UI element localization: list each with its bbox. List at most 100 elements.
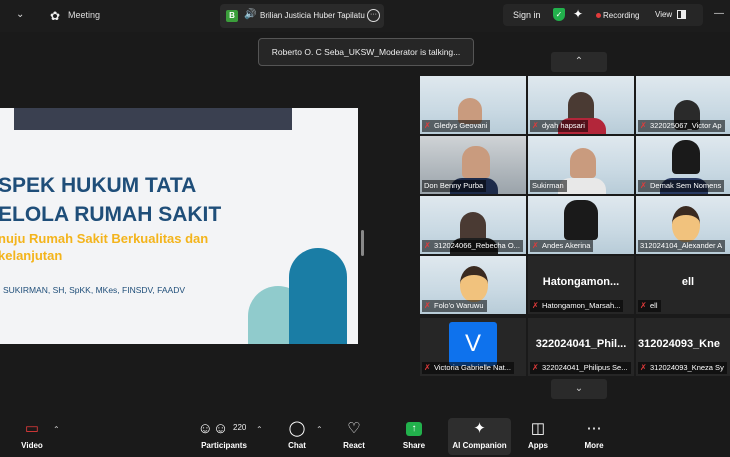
- participant-big-name: 312024093_Kne: [638, 338, 720, 350]
- participant-name: 322025067_Victor Ap: [650, 121, 722, 130]
- muted-mic-icon: ✗: [640, 181, 647, 190]
- participant-big-name: 322024041_Phil...: [535, 338, 627, 350]
- meeting-status-pill: Sign in ✓ ✦ Recording View: [503, 4, 703, 26]
- video-tile[interactable]: Hatongamon... ✗ Hatongamon_Marsah...: [528, 256, 634, 314]
- video-tile[interactable]: 312024093_Kne ✗ 312024093_Kneza Sy: [636, 318, 730, 376]
- participant-name-label: ✗ Hatongamon_Marsah...: [530, 300, 624, 312]
- meeting-label[interactable]: Meeting: [68, 10, 100, 20]
- participant-count: 220: [233, 423, 247, 432]
- split-resize-handle[interactable]: [361, 230, 364, 256]
- slide-title-line1: SPEK HUKUM TATA: [0, 174, 197, 197]
- sparkle-icon: ✦: [473, 420, 486, 437]
- participant-name: 322024041_Philipus Se...: [542, 363, 628, 372]
- apps-icon: ◫: [530, 420, 546, 437]
- recording-status[interactable]: Recording: [603, 11, 639, 20]
- video-tile[interactable]: V ✗ Victoria Gabrielle Nat...: [420, 318, 526, 376]
- participant-name: ell: [650, 301, 658, 310]
- participant-name: Gledys Geovani: [434, 121, 488, 130]
- video-options-caret-icon[interactable]: ⌃: [53, 425, 60, 434]
- muted-mic-icon: ✗: [424, 301, 431, 310]
- video-button[interactable]: ▭ Video: [14, 414, 50, 457]
- gallery-scroll-down-icon[interactable]: ⌄: [551, 379, 607, 399]
- share-arrow-icon: ↑: [406, 422, 422, 436]
- video-tile[interactable]: ✗ Andes Akerina: [528, 196, 634, 254]
- muted-mic-icon: ✗: [424, 363, 431, 372]
- muted-mic-icon: ✗: [424, 241, 431, 250]
- ai-companion-label: AI Companion: [452, 441, 507, 450]
- recording-dot-icon: [596, 13, 601, 18]
- participant-name-label: ✗ Folo'o Waruwu: [422, 300, 487, 312]
- video-off-icon: ▭: [24, 420, 40, 437]
- minimize-icon[interactable]: —: [714, 8, 724, 19]
- muted-mic-icon: ✗: [532, 121, 539, 130]
- participant-name: Sukirman: [532, 181, 564, 190]
- active-speaker-pill[interactable]: B 🔊 Brilian Justicia Huber Tapilatu ···: [220, 4, 384, 28]
- top-bar: ⌄ ✿ Meeting B 🔊 Brilian Justicia Huber T…: [0, 0, 730, 32]
- participant-big-name: ell: [681, 276, 695, 288]
- gallery-scroll-up-icon[interactable]: ⌃: [551, 52, 607, 72]
- participant-name: Andes Akerina: [542, 241, 591, 250]
- slide-author: SUKIRMAN, SH, SpKK, MKes, FINSDV, FAADV: [3, 285, 186, 295]
- video-tile[interactable]: Don Benny Purba: [420, 136, 526, 194]
- participant-name: 312024104_Alexander A: [640, 241, 723, 250]
- participant-name: Demak Sem Nomens: [650, 181, 722, 190]
- chat-options-caret-icon[interactable]: ⌃: [316, 425, 323, 434]
- video-tile[interactable]: ✗ 322025067_Victor Ap: [636, 76, 730, 134]
- participant-name-label: Sukirman: [530, 180, 567, 192]
- video-tile[interactable]: ell ✗ ell: [636, 256, 730, 314]
- active-speaker-name: Brilian Justicia Huber Tapilatu: [260, 11, 365, 20]
- video-tile[interactable]: ✗ Demak Sem Nomens: [636, 136, 730, 194]
- view-button[interactable]: View: [655, 10, 672, 19]
- participant-figure: [462, 146, 490, 178]
- participant-name: Don Benny Purba: [424, 181, 484, 190]
- video-tile[interactable]: ✗ Gledys Geovani: [420, 76, 526, 134]
- participant-name: dyah hapsari: [542, 121, 585, 130]
- more-button[interactable]: ⋯ More: [579, 414, 609, 457]
- memoji-avatar: [460, 266, 488, 302]
- video-tile[interactable]: ✗ dyah hapsari: [528, 76, 634, 134]
- participant-name-label: ✗ ell: [638, 300, 661, 312]
- chat-label: Chat: [288, 441, 306, 450]
- participants-label: Participants: [201, 441, 247, 450]
- participant-name-label: ✗ 312024066_Rebecha O...: [422, 240, 523, 252]
- chevron-down-icon[interactable]: ⌄: [16, 9, 26, 21]
- muted-mic-icon: ✗: [532, 301, 539, 310]
- participant-name: Hatongamon_Marsah...: [542, 301, 621, 310]
- chat-button[interactable]: ◯ Chat: [283, 414, 311, 457]
- speaker-avatar-icon: B: [226, 10, 238, 22]
- heart-icon: ♡: [347, 420, 361, 437]
- muted-mic-icon: ✗: [640, 301, 647, 310]
- participant-figure: [672, 140, 700, 174]
- video-tile[interactable]: ✗ 312024066_Rebecha O...: [420, 196, 526, 254]
- paw-icon: ✿: [50, 9, 61, 23]
- participants-icon: ☺☺: [197, 420, 229, 437]
- apps-label: Apps: [528, 441, 548, 450]
- participant-name-label: ✗ Victoria Gabrielle Nat...: [422, 362, 514, 374]
- share-button[interactable]: ↑ Share: [399, 414, 429, 457]
- video-tile[interactable]: 322024041_Phil... ✗ 322024041_Philipus Se…: [528, 318, 634, 376]
- apps-button[interactable]: ◫ Apps: [523, 414, 553, 457]
- muted-mic-icon: ✗: [640, 121, 647, 130]
- participant-figure: [570, 148, 596, 178]
- more-label: More: [584, 441, 604, 450]
- participants-options-caret-icon[interactable]: ⌃: [256, 425, 263, 434]
- sign-in-button[interactable]: Sign in: [513, 10, 541, 20]
- participant-name-label: 312024104_Alexander A: [638, 240, 726, 252]
- muted-mic-icon: ✗: [532, 363, 539, 372]
- participant-name-label: ✗ Demak Sem Nomens: [638, 180, 725, 192]
- ai-sparkle-icon[interactable]: ✦: [573, 7, 583, 21]
- participants-button[interactable]: ☺☺ 220 Participants: [196, 414, 252, 457]
- security-shield-icon[interactable]: ✓: [553, 8, 565, 21]
- participant-big-name: Hatongamon...: [542, 276, 620, 288]
- slide-header-bar: [14, 108, 292, 130]
- video-tile[interactable]: Sukirman: [528, 136, 634, 194]
- video-tile[interactable]: 312024104_Alexander A: [636, 196, 730, 254]
- slide-subtitle-line2: kelanjutan: [0, 248, 63, 263]
- react-button[interactable]: ♡ React: [338, 414, 370, 457]
- more-options-icon[interactable]: ···: [367, 9, 380, 22]
- decorative-arch-dark: [289, 248, 347, 344]
- video-tile[interactable]: ✗ Folo'o Waruwu: [420, 256, 526, 314]
- ai-companion-button[interactable]: ✦ AI Companion: [448, 414, 511, 457]
- participant-name-label: ✗ Andes Akerina: [530, 240, 594, 252]
- view-layout-icon[interactable]: [677, 10, 686, 19]
